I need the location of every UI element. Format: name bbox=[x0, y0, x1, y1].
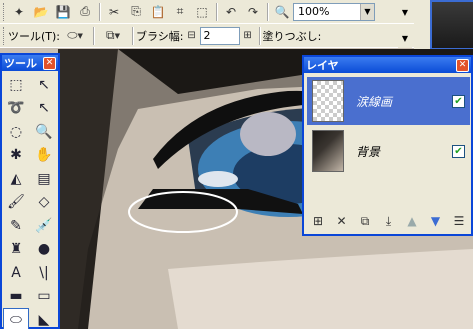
toolbar-overflow-button[interactable]: ▼ bbox=[398, 28, 412, 48]
layer-button-bar: ⊞ ✕ ⧉ ⤓ ▲ ▼ ☰ bbox=[307, 211, 470, 231]
layer-thumbnail bbox=[312, 80, 344, 122]
close-icon[interactable]: ✕ bbox=[456, 58, 469, 72]
brush-width-decrease-button[interactable]: ⊟ bbox=[185, 26, 199, 46]
tool-window-titlebar[interactable]: ツール ✕ bbox=[2, 55, 58, 71]
duplicate-layer-icon[interactable]: ⧉ bbox=[357, 213, 373, 229]
rectangle-tool-icon[interactable]: ▬ bbox=[3, 285, 29, 309]
zoom-out-icon[interactable]: 🔍 bbox=[272, 2, 292, 22]
color-picker-tool-icon[interactable]: 💉 bbox=[31, 214, 57, 238]
delete-layer-icon[interactable]: ✕ bbox=[334, 213, 350, 229]
clone-stamp-tool-icon[interactable]: ♜ bbox=[3, 238, 29, 262]
main-toolbar: ✦ 📂 💾 ⎙ ✂ ⎘ 📋 ⌗ ⬚ ↶ ↷ 🔍 100% ▼ bbox=[0, 0, 414, 24]
save-icon[interactable]: 💾 bbox=[53, 2, 73, 22]
deselect-icon[interactable]: ⬚ bbox=[192, 2, 212, 22]
layer-name: 背景 bbox=[356, 144, 381, 159]
tool-grid: ⬚ ↖ ➰ ↖ ◌ 🔍 ✱ ✋ ◭ ▤ 🖌 ◇ ✎ 💉 ♜ ● A \| ▬ ▭ ⬭ ◣ bbox=[2, 71, 58, 329]
layer-row-lineart[interactable]: 涙線画 ✔ bbox=[307, 77, 470, 125]
move-selection-tool-icon[interactable]: ↖ bbox=[31, 73, 57, 97]
new-file-icon[interactable]: ✦ bbox=[9, 2, 29, 22]
add-layer-icon[interactable]: ⊞ bbox=[310, 213, 326, 229]
toolbar-grip[interactable] bbox=[3, 2, 6, 21]
image-tab-thumbnail[interactable] bbox=[432, 2, 473, 48]
cut-icon[interactable]: ✂ bbox=[104, 2, 124, 22]
chevron-down-icon[interactable]: ▼ bbox=[360, 3, 374, 20]
toolbar-separator bbox=[99, 2, 100, 21]
paint-bucket-tool-icon[interactable]: ◭ bbox=[3, 167, 29, 191]
tool-window: ツール ✕ ⬚ ↖ ➰ ↖ ◌ 🔍 ✱ ✋ ◭ ▤ 🖌 ◇ ✎ 💉 ♜ ● A \| ▬ ▭ ⬭ ◣ bbox=[0, 53, 60, 329]
pencil-tool-icon[interactable]: ✎ bbox=[3, 214, 29, 238]
move-layer-down-icon[interactable]: ▼ bbox=[428, 213, 444, 229]
brush-width-value: 2 bbox=[203, 29, 211, 42]
right-grip bbox=[414, 0, 430, 49]
toolbar-separator bbox=[267, 2, 268, 21]
antialias-select[interactable]: ⧉ ▼ bbox=[98, 26, 128, 46]
move-pixels-tool-icon[interactable]: ↖ bbox=[31, 97, 57, 121]
paste-icon[interactable]: 📋 bbox=[148, 2, 168, 22]
paintbrush-tool-icon[interactable]: 🖌 bbox=[3, 191, 29, 215]
recolor-tool-icon[interactable]: ● bbox=[31, 238, 57, 262]
brush-width-input[interactable]: 2 bbox=[199, 26, 240, 45]
tool-window-title: ツール bbox=[4, 57, 37, 70]
redo-icon[interactable]: ↷ bbox=[243, 2, 263, 22]
lasso-select-tool-icon[interactable]: ➰ bbox=[3, 97, 29, 121]
rect-select-tool-icon[interactable]: ⬚ bbox=[3, 73, 29, 97]
magic-wand-tool-icon[interactable]: ✱ bbox=[3, 144, 29, 168]
move-layer-up-icon[interactable]: ▲ bbox=[404, 213, 420, 229]
eraser-tool-icon[interactable]: ◇ bbox=[31, 191, 57, 215]
toolbar-overflow-button[interactable]: ▼ bbox=[398, 2, 412, 22]
layer-visibility-checkbox[interactable]: ✔ bbox=[452, 94, 465, 108]
close-icon[interactable]: ✕ bbox=[43, 56, 56, 70]
layer-visibility-checkbox[interactable]: ✔ bbox=[452, 144, 465, 158]
layer-window-titlebar[interactable]: レイヤ ✕ bbox=[304, 57, 471, 73]
brush-width-increase-button[interactable]: ⊞ bbox=[241, 26, 255, 46]
brush-width-label: ブラシ幅: bbox=[136, 29, 184, 43]
pan-tool-icon[interactable]: ✋ bbox=[31, 144, 57, 168]
tool-label: ツール(T): bbox=[8, 29, 61, 43]
line-curve-tool-icon[interactable]: \| bbox=[31, 261, 57, 285]
layer-row-background[interactable]: 背景 ✔ bbox=[307, 127, 470, 175]
open-folder-icon[interactable]: 📂 bbox=[31, 2, 51, 22]
text-tool-icon[interactable]: A bbox=[3, 261, 29, 285]
zoom-select[interactable]: 100% ▼ bbox=[293, 2, 375, 21]
ellipse-tool-icon[interactable]: ⬭ bbox=[3, 308, 29, 329]
freeform-shape-tool-icon[interactable]: ◣ bbox=[31, 308, 57, 329]
ellipse-select-tool-icon[interactable]: ◌ bbox=[3, 120, 29, 144]
toolbar-separator bbox=[258, 26, 260, 45]
copy-icon[interactable]: ⎘ bbox=[126, 2, 146, 22]
crop-icon[interactable]: ⌗ bbox=[170, 2, 190, 22]
toolbar-separator bbox=[132, 26, 134, 45]
layer-window: レイヤ ✕ 涙線画 ✔ 背景 ✔ ⊞ ✕ ⧉ ⤓ ▲ ▼ ☰ bbox=[302, 55, 473, 236]
print-icon[interactable]: ⎙ bbox=[75, 2, 95, 22]
layer-window-title: レイヤ bbox=[306, 59, 339, 72]
undo-icon[interactable]: ↶ bbox=[221, 2, 241, 22]
rounded-rectangle-tool-icon[interactable]: ▭ bbox=[31, 285, 57, 309]
toolbar-separator bbox=[93, 26, 95, 45]
tool-options-toolbar: ツール(T): ⬭ ▼ ⧉ ▼ ブラシ幅: ⊟ 2 ⊞ 塗りつぶし: bbox=[0, 24, 414, 48]
toolbar-separator bbox=[216, 2, 217, 21]
zoom-tool-icon[interactable]: 🔍 bbox=[31, 120, 57, 144]
toolbar-grip[interactable] bbox=[3, 26, 6, 45]
zoom-value: 100% bbox=[298, 5, 330, 18]
fill-label: 塗りつぶし: bbox=[262, 29, 322, 43]
layer-name: 涙線画 bbox=[356, 94, 393, 109]
gradient-tool-icon[interactable]: ▤ bbox=[31, 167, 57, 191]
merge-layer-down-icon[interactable]: ⤓ bbox=[381, 213, 397, 229]
layer-thumbnail bbox=[312, 130, 344, 172]
layer-properties-icon[interactable]: ☰ bbox=[451, 213, 467, 229]
current-tool-select[interactable]: ⬭ ▼ bbox=[61, 26, 89, 46]
